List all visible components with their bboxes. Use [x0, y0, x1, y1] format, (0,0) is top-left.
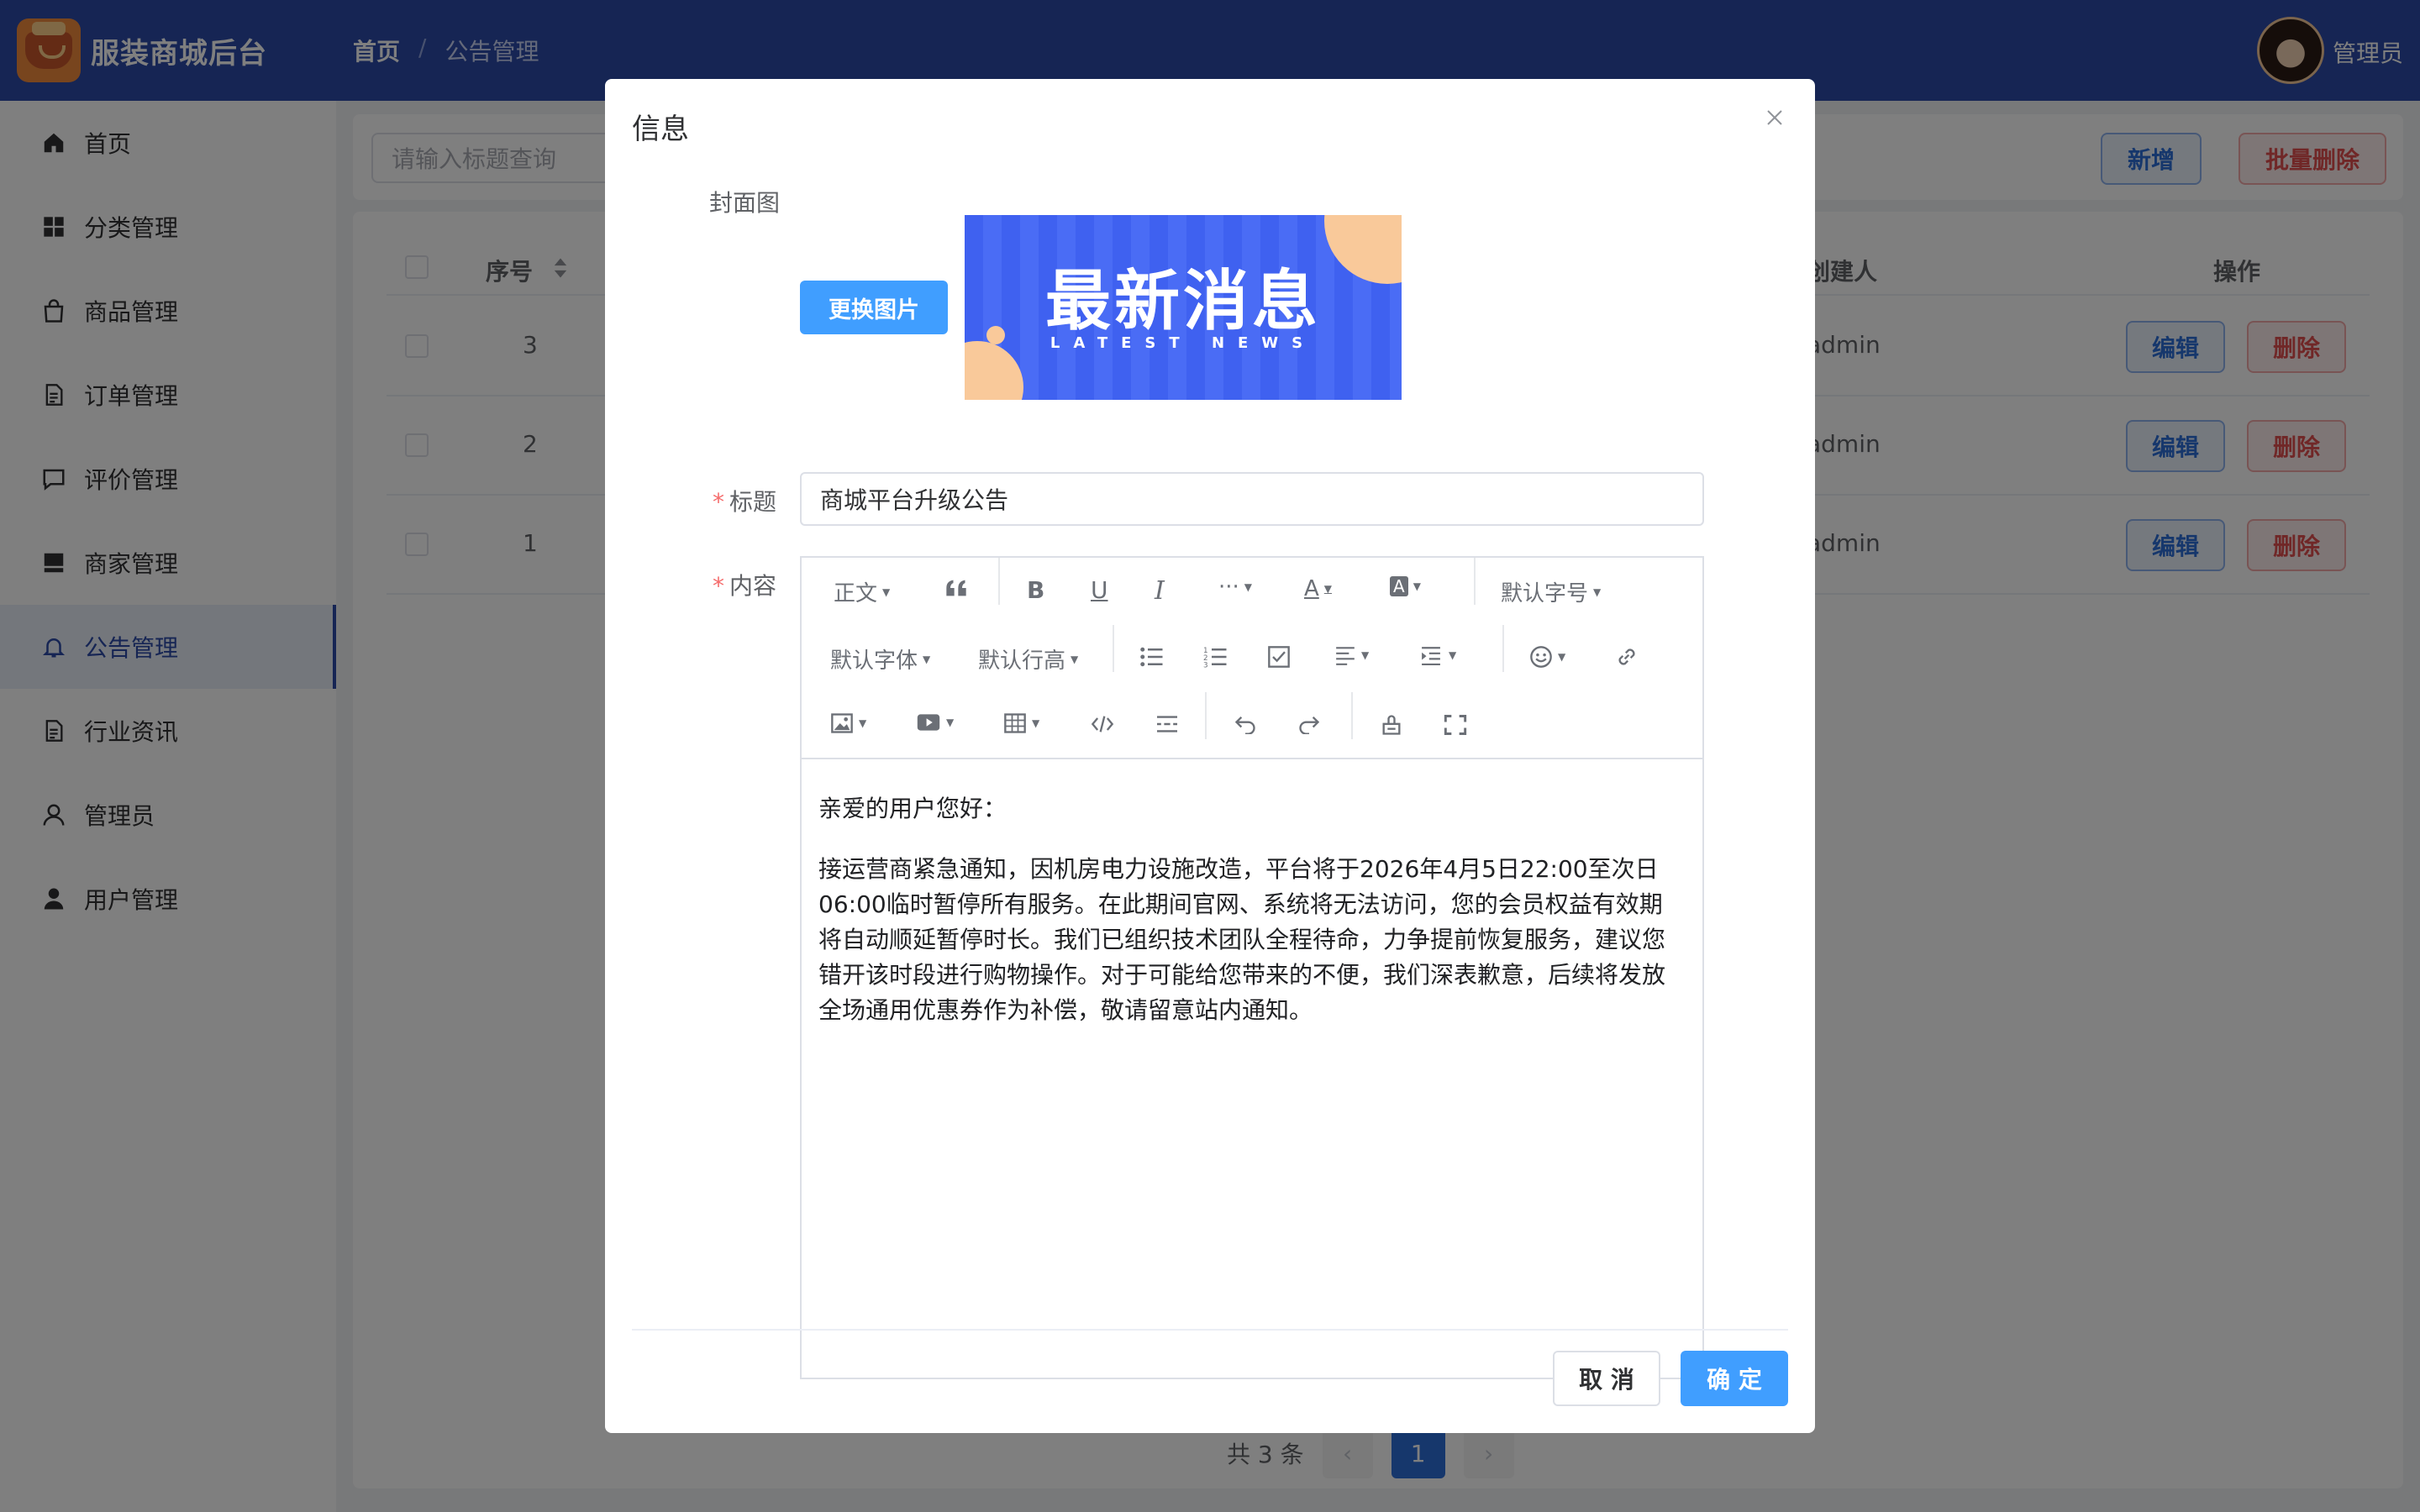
caret-icon: ▼: [882, 585, 891, 598]
required-mark: *: [713, 488, 724, 516]
redo-icon[interactable]: [1297, 714, 1321, 734]
title-label: * 标题: [713, 484, 776, 517]
fullscreen-icon[interactable]: [1444, 714, 1467, 736]
caret-icon: ▼: [1361, 649, 1370, 661]
caret-icon: ▼: [1449, 649, 1457, 661]
table-icon[interactable]: ▼: [1003, 712, 1039, 734]
dialog-footer-divider: [632, 1329, 1788, 1331]
font-color-icon[interactable]: A ▼: [1304, 576, 1332, 601]
content-label-text: 内容: [729, 572, 777, 600]
font-size-label: 默认字号: [1501, 581, 1589, 606]
content-label: * 内容: [713, 568, 776, 601]
caret-icon: ▼: [1558, 651, 1566, 663]
caret-icon: ▼: [1032, 717, 1040, 729]
toolbar-divider: [1351, 692, 1353, 739]
editor-toolbar: 正文 ▼ B U I ··· ▼ A ▼ A ▼ 默认字号 ▼ 默认字体 ▼ 默认行高 ▼ 1…: [802, 558, 1702, 759]
font-family-select[interactable]: 默认字体 ▼: [830, 643, 930, 675]
toolbar-divider: [1113, 625, 1114, 672]
divider-line-icon[interactable]: [1155, 714, 1180, 734]
bullet-list-icon[interactable]: [1139, 645, 1165, 669]
line-height-label: 默认行高: [978, 648, 1066, 674]
dialog-title: 信息: [632, 113, 689, 146]
image-icon[interactable]: ▼: [830, 712, 866, 734]
toolbar-divider: [1205, 692, 1207, 739]
toolbar-divider: [1474, 558, 1476, 605]
caret-icon: ▼: [1323, 583, 1333, 595]
cancel-button[interactable]: 取 消: [1553, 1351, 1660, 1406]
cover-subtitle: LATEST NEWS: [1050, 334, 1317, 352]
caret-icon: ▼: [1413, 580, 1421, 592]
more-styles-icon[interactable]: ··· ▼: [1218, 575, 1252, 600]
toolbar-divider: [998, 558, 1000, 605]
background-color-glyph: A: [1390, 576, 1408, 596]
background-color-icon[interactable]: A ▼: [1390, 576, 1421, 596]
caret-icon: ▼: [1593, 585, 1602, 598]
bold-icon[interactable]: B: [1027, 576, 1044, 604]
font-family-label: 默认字体: [830, 648, 918, 674]
clear-format-icon[interactable]: [1380, 714, 1403, 736]
toolbar-divider: [1502, 625, 1504, 672]
paragraph-select[interactable]: 正文 ▼: [834, 576, 890, 607]
title-label-text: 标题: [729, 488, 777, 516]
cover-title: 最新消息: [1044, 264, 1321, 339]
cover-image[interactable]: 最新消息 LATEST NEWS: [965, 215, 1402, 400]
required-mark: *: [713, 572, 724, 600]
caret-icon: ▼: [1244, 581, 1253, 593]
confirm-button[interactable]: 确 定: [1681, 1351, 1788, 1406]
undo-icon[interactable]: [1234, 714, 1257, 734]
quote-icon[interactable]: [944, 578, 968, 598]
code-icon[interactable]: [1091, 714, 1114, 734]
numbered-list-icon[interactable]: 123: [1203, 645, 1228, 669]
video-icon[interactable]: ▼: [916, 712, 954, 732]
caret-icon: ▼: [923, 653, 931, 665]
editor-content[interactable]: 亲爱的用户您好： 接运营商紧急通知，因机房电力设施改造，平台将于2026年4月5…: [818, 791, 1684, 1053]
todo-checkbox-icon[interactable]: [1267, 645, 1291, 669]
line-height-select[interactable]: 默认行高 ▼: [978, 643, 1078, 675]
underline-icon[interactable]: U: [1091, 576, 1108, 604]
cover-label: 封面图: [709, 189, 781, 217]
paragraph-select-label: 正文: [834, 581, 878, 606]
info-dialog: 信息 封面图 更换图片 最新消息 LATEST NEWS * 标题 商城平台升级公…: [605, 79, 1815, 1433]
caret-icon: ▼: [859, 717, 867, 729]
font-size-select[interactable]: 默认字号 ▼: [1501, 576, 1601, 607]
title-input[interactable]: 商城平台升级公告: [800, 472, 1704, 526]
emoji-icon[interactable]: ▼: [1529, 645, 1565, 669]
italic-icon[interactable]: I: [1155, 576, 1165, 606]
rich-text-editor: 正文 ▼ B U I ··· ▼ A ▼ A ▼ 默认字号 ▼ 默认字体 ▼ 默认行高 ▼ 1…: [800, 556, 1704, 1379]
close-icon[interactable]: [1761, 104, 1788, 131]
content-body: 接运营商紧急通知，因机房电力设施改造，平台将于2026年4月5日22:00至次日…: [818, 855, 1666, 1024]
content-greeting: 亲爱的用户您好：: [818, 795, 1007, 822]
change-image-button[interactable]: 更换图片: [800, 281, 948, 334]
indent-icon[interactable]: ▼: [1418, 645, 1456, 665]
svg-text:3: 3: [1203, 662, 1208, 669]
align-icon[interactable]: ▼: [1334, 645, 1369, 665]
caret-icon: ▼: [946, 717, 955, 728]
link-icon[interactable]: [1615, 645, 1639, 669]
caret-icon: ▼: [1071, 653, 1079, 665]
